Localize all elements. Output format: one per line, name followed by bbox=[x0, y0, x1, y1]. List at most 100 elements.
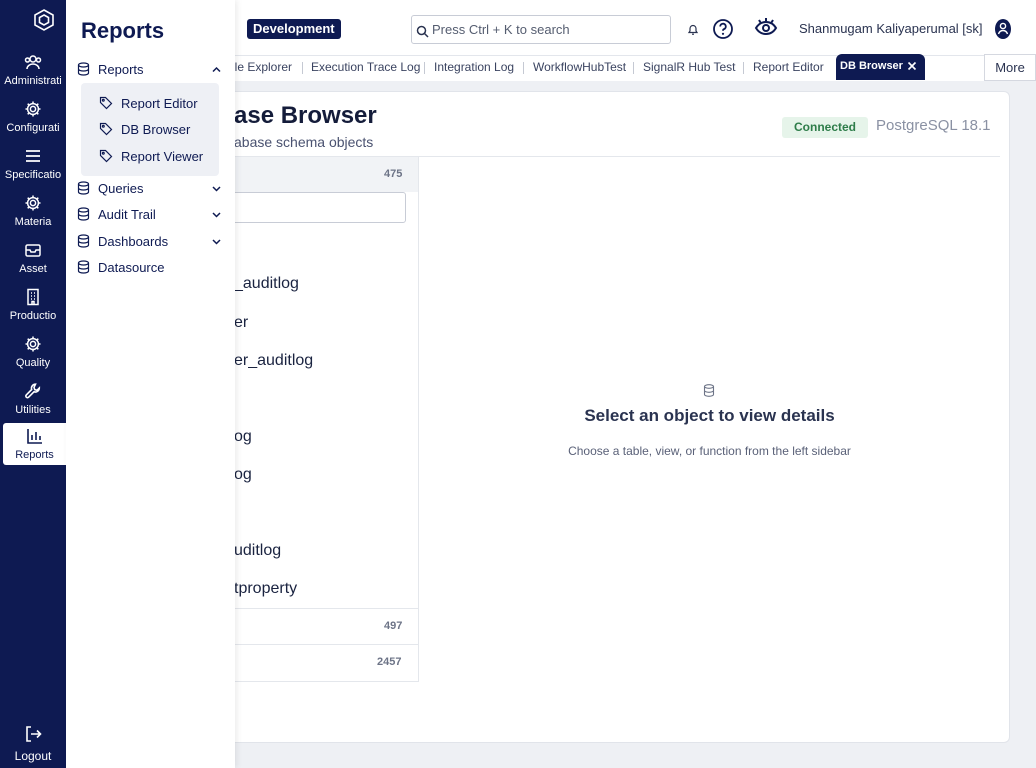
database-icon bbox=[77, 207, 90, 221]
submenu-item-label: Report Viewer bbox=[121, 149, 204, 164]
group-count: 2457 bbox=[377, 656, 402, 668]
close-icon[interactable] bbox=[906, 60, 918, 72]
db-version: PostgreSQL 18.1 bbox=[876, 117, 991, 134]
bar-chart-icon bbox=[26, 429, 42, 444]
tab-signalr-hub-test[interactable]: SignalR Hub Test bbox=[643, 60, 736, 74]
menu-item-dashboards[interactable]: Dashboards bbox=[66, 231, 235, 253]
tab-integration-log[interactable]: Integration Log bbox=[434, 60, 514, 74]
list-item[interactable]: og bbox=[234, 428, 252, 446]
user-name[interactable]: Shanmugam Kaliyaperumal [sk] bbox=[799, 21, 983, 36]
submenu-item-label: DB Browser bbox=[121, 122, 191, 137]
rail-label: Utilities bbox=[15, 404, 51, 416]
inbox-icon bbox=[25, 244, 41, 257]
database-icon bbox=[77, 260, 90, 274]
flyout-title: Reports bbox=[81, 18, 165, 43]
tab-separator bbox=[633, 62, 634, 74]
rail-item-administration[interactable]: Administrati bbox=[0, 50, 66, 94]
tab-separator bbox=[302, 62, 303, 74]
chevron-up-icon bbox=[212, 66, 221, 73]
search-icon bbox=[416, 25, 429, 38]
wrench-icon bbox=[25, 383, 41, 399]
rail-label: Materia bbox=[14, 216, 52, 228]
menu-item-label: Dashboards bbox=[98, 234, 169, 249]
rail-item-quality[interactable]: Quality bbox=[0, 332, 66, 376]
list-item[interactable]: uditlog bbox=[234, 542, 281, 560]
rail-item-utilities[interactable]: Utilities bbox=[0, 379, 66, 423]
rail-item-material[interactable]: Materia bbox=[0, 191, 66, 235]
logout-icon bbox=[26, 726, 42, 742]
database-icon bbox=[77, 62, 90, 76]
tab-workflowhubtest[interactable]: WorkflowHubTest bbox=[533, 60, 626, 74]
rail-item-specification[interactable]: Specificatio bbox=[0, 144, 66, 188]
list-item[interactable]: _auditlog bbox=[234, 275, 299, 293]
gear-icon bbox=[25, 336, 41, 352]
tab-separator bbox=[424, 62, 425, 74]
environment-badge: Development bbox=[247, 19, 341, 39]
eye-icon[interactable] bbox=[754, 16, 778, 40]
rail-label: Quality bbox=[15, 357, 51, 369]
group-count: 497 bbox=[384, 620, 403, 632]
tab-file-explorer[interactable]: ile Explorer bbox=[232, 60, 292, 74]
rail-label: Configurati bbox=[6, 122, 60, 134]
database-icon bbox=[77, 181, 90, 195]
menu-item-reports[interactable]: Reports bbox=[66, 59, 235, 81]
tab-separator bbox=[523, 62, 524, 74]
submenu-item-report-editor[interactable]: Report Editor bbox=[81, 92, 219, 114]
bell-icon[interactable] bbox=[687, 23, 699, 36]
more-tabs-button[interactable]: More bbox=[984, 54, 1036, 81]
list-icon bbox=[26, 150, 40, 162]
empty-state-subtitle: Choose a table, view, or function from t… bbox=[568, 444, 851, 458]
submenu-item-report-viewer[interactable]: Report Viewer bbox=[81, 145, 219, 167]
menu-item-label: Queries bbox=[98, 181, 144, 196]
tab-execution-trace-log[interactable]: Execution Trace Log bbox=[311, 60, 420, 74]
tab-db-browser[interactable]: DB Browser bbox=[836, 54, 925, 80]
rail-item-asset[interactable]: Asset bbox=[0, 238, 66, 282]
database-icon bbox=[703, 384, 715, 397]
app-logo-icon[interactable] bbox=[33, 9, 55, 31]
list-item[interactable]: er bbox=[234, 314, 248, 332]
rail-item-reports[interactable]: Reports bbox=[3, 423, 66, 465]
list-item[interactable]: er_auditlog bbox=[234, 352, 313, 370]
tab-separator bbox=[743, 62, 744, 74]
menu-item-audit-trail[interactable]: Audit Trail bbox=[66, 204, 235, 226]
chevron-down-icon bbox=[212, 239, 221, 245]
rail-label: Productio bbox=[9, 310, 57, 322]
chevron-down-icon bbox=[212, 212, 221, 218]
menu-item-label: Reports bbox=[98, 62, 144, 77]
tab-report-editor[interactable]: Report Editor bbox=[753, 60, 824, 74]
object-count: 475 bbox=[384, 168, 403, 180]
search-input[interactable]: Press Ctrl + K to search bbox=[411, 15, 671, 44]
tag-icon bbox=[99, 122, 113, 136]
rail-item-production[interactable]: Productio bbox=[0, 285, 66, 329]
logout-button[interactable]: Logout bbox=[0, 722, 66, 766]
rail-item-configuration[interactable]: Configurati bbox=[0, 97, 66, 141]
rail-label: Reports bbox=[15, 449, 54, 461]
left-rail: Administrati Configurati Specificatio Ma… bbox=[0, 0, 66, 768]
rail-label: Administrati bbox=[4, 75, 62, 87]
menu-item-label: Audit Trail bbox=[98, 207, 156, 222]
user-avatar-icon[interactable] bbox=[994, 18, 1012, 40]
submenu-item-label: Report Editor bbox=[121, 96, 198, 111]
list-item[interactable]: tproperty bbox=[234, 580, 297, 598]
chevron-down-icon bbox=[212, 186, 221, 192]
empty-state-title: Select an object to view details bbox=[584, 406, 835, 425]
menu-item-label: Datasource bbox=[98, 260, 165, 275]
rail-label: Asset bbox=[19, 263, 47, 275]
menu-item-queries[interactable]: Queries bbox=[66, 178, 235, 200]
page-subtitle: abase schema objects bbox=[234, 134, 374, 150]
users-icon bbox=[24, 55, 42, 70]
search-placeholder: Press Ctrl + K to search bbox=[432, 22, 570, 37]
help-icon[interactable] bbox=[712, 18, 734, 40]
tag-icon bbox=[99, 96, 113, 110]
status-badge: Connected bbox=[782, 117, 869, 138]
logout-label: Logout bbox=[14, 749, 52, 763]
tab-label: DB Browser bbox=[840, 60, 903, 72]
page-title: ase Browser bbox=[234, 102, 377, 129]
tag-icon bbox=[99, 149, 113, 163]
list-item[interactable]: og bbox=[234, 466, 252, 484]
database-icon bbox=[77, 234, 90, 248]
gear-icon bbox=[25, 195, 41, 211]
menu-item-datasource[interactable]: Datasource bbox=[66, 257, 235, 279]
submenu-item-db-browser[interactable]: DB Browser bbox=[81, 118, 219, 140]
gear-icon bbox=[25, 101, 41, 117]
